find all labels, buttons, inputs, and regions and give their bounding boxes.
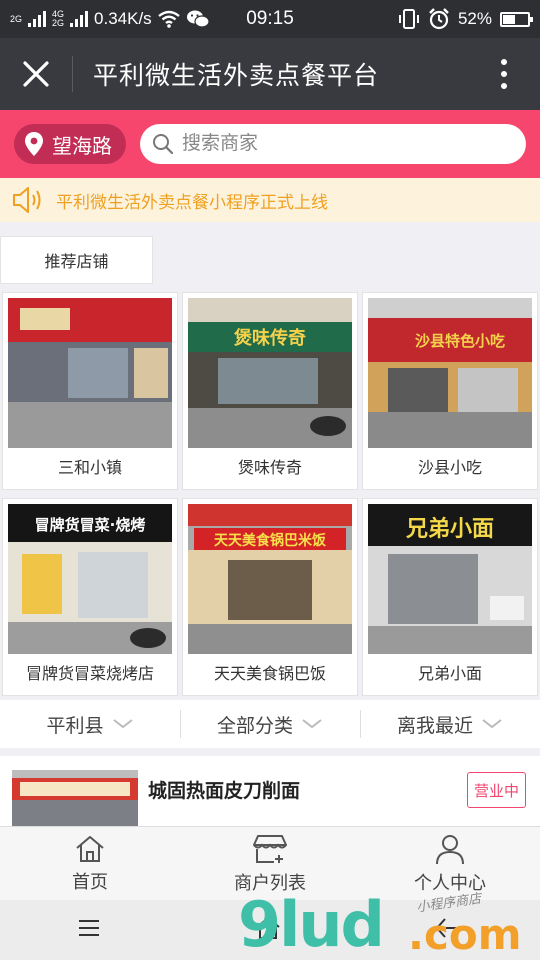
tab-label: 商户列表 [234, 872, 306, 893]
search-icon [153, 134, 174, 155]
tab-recommended-shops[interactable]: 推荐店铺 [0, 236, 153, 284]
filter-label: 全部分类 [216, 715, 293, 737]
shop-photo: 天天美食锅巴米饭 [188, 504, 352, 654]
network-type-bottom: 2G [52, 18, 65, 28]
merchant-photo [12, 770, 138, 826]
merchant-name: 城固热面皮刀削面 [148, 781, 301, 802]
shop-card[interactable]: 三和小镇 [2, 292, 178, 490]
back-icon [435, 917, 461, 938]
search-header: 望海路 [0, 110, 540, 178]
menu-button[interactable] [77, 919, 101, 942]
location-label: 望海路 [52, 135, 112, 158]
location-pin-icon [25, 132, 43, 156]
filter-region[interactable]: 平利县 [0, 700, 180, 748]
shop-grid: 三和小镇 煲味传奇 煲味传奇 沙县特色小吃 沙县小吃 冒牌货冒菜·烧烤 冒牌货冒… [2, 292, 538, 696]
tab-label: 首页 [72, 871, 108, 892]
filter-label: 离我最近 [396, 715, 473, 737]
shop-name: 沙县小吃 [417, 460, 482, 477]
list-item[interactable]: 城固热面皮刀削面 营业中 [0, 756, 540, 826]
chevron-down-icon [112, 719, 133, 729]
network-type: 2G [10, 13, 23, 24]
status-right: 52% [398, 8, 533, 30]
tab-home[interactable]: 首页 [0, 827, 180, 900]
shop-name: 天天美食锅巴饭 [213, 666, 326, 683]
shop-photo: 煲味传奇 [188, 298, 352, 448]
page-title: 平利微生活外卖点餐平台 [93, 62, 380, 90]
battery-fill [503, 14, 515, 24]
back-button[interactable] [435, 917, 463, 944]
battery-percent: 52% [457, 9, 492, 28]
status-badge: 营业中 [466, 772, 526, 808]
network-type-dual: 4G 2G [52, 10, 64, 28]
filter-bar: 平利县 全部分类 离我最近 [0, 700, 540, 748]
shop-card[interactable]: 冒牌货冒菜·烧烤 冒牌货冒菜烧烤店 [2, 498, 178, 696]
announcement-text: 平利微生活外卖点餐小程序正式上线 [56, 192, 328, 212]
wifi-icon [157, 10, 180, 28]
tab-label: 个人中心 [414, 872, 486, 893]
status-bar: 2G 4G 2G 0.34K/s 09:15 52% [0, 0, 540, 38]
filter-label: 平利县 [46, 715, 104, 737]
close-icon [23, 61, 49, 87]
title-bar: 平利微生活外卖点餐平台 [0, 38, 540, 110]
shop-sign-text: 兄弟小面 [405, 516, 494, 542]
wechat-icon [186, 10, 210, 28]
shop-name: 三和小镇 [57, 460, 122, 477]
bottom-tab-bar: 首页 商户列表 个人中心 [0, 826, 540, 900]
home-icon [76, 835, 104, 862]
home-button[interactable] [255, 916, 281, 945]
system-nav-bar [0, 900, 540, 960]
shop-card[interactable]: 兄弟小面 兄弟小面 [362, 498, 538, 696]
signal-icon [28, 11, 47, 27]
shop-sign-text: 冒牌货冒菜·烧烤 [35, 516, 146, 534]
search-input[interactable] [182, 133, 514, 155]
tab-merchant-list[interactable]: 商户列表 [180, 827, 360, 900]
app-screen: 2G 4G 2G 0.34K/s 09:15 52% 平利微生活外卖点餐平台 望… [0, 0, 540, 960]
store-icon [253, 834, 287, 863]
shop-name: 冒牌货冒菜烧烤店 [25, 666, 154, 683]
home-nav-icon [256, 916, 280, 939]
announcement-bar[interactable]: 平利微生活外卖点餐小程序正式上线 [0, 178, 540, 222]
speaker-icon [13, 187, 41, 213]
close-button[interactable] [0, 38, 72, 110]
more-dot-icon [501, 71, 507, 77]
shop-sign-text: 天天美食锅巴米饭 [214, 532, 327, 549]
shop-photo [8, 298, 172, 448]
shop-sign-text: 煲味传奇 [234, 327, 306, 349]
shop-card[interactable]: 煲味传奇 煲味传奇 [182, 292, 358, 490]
alarm-icon [429, 8, 449, 30]
chevron-down-icon [482, 719, 502, 729]
shop-sign-text: 沙县特色小吃 [415, 332, 505, 350]
more-menu-button[interactable] [468, 38, 540, 110]
filter-category[interactable]: 全部分类 [180, 700, 360, 748]
signal-icon-2 [70, 11, 89, 27]
shop-photo: 兄弟小面 [368, 504, 532, 654]
network-speed: 0.34K/s [94, 9, 152, 28]
search-box[interactable] [140, 124, 526, 164]
shop-name: 兄弟小面 [417, 666, 482, 683]
more-dot-icon [501, 59, 507, 65]
network-type-top: 2G [10, 13, 23, 24]
shop-name: 煲味传奇 [237, 460, 302, 477]
tab-profile[interactable]: 个人中心 [360, 827, 540, 900]
more-dot-icon [501, 83, 507, 89]
user-icon [436, 834, 464, 864]
shop-card[interactable]: 天天美食锅巴米饭 天天美食锅巴饭 [182, 498, 358, 696]
merchant-list: 城固热面皮刀削面 营业中 [0, 756, 540, 826]
shop-photo: 冒牌货冒菜·烧烤 [8, 504, 172, 654]
vibrate-icon [398, 9, 419, 29]
shop-photo: 沙县特色小吃 [368, 298, 532, 448]
shop-card[interactable]: 沙县特色小吃 沙县小吃 [362, 292, 538, 490]
location-button[interactable]: 望海路 [14, 124, 126, 164]
merchant-info: 城固热面皮刀削面 [148, 770, 457, 826]
status-left: 2G 4G 2G 0.34K/s [10, 9, 210, 29]
menu-icon [79, 919, 99, 936]
chevron-down-icon [302, 719, 322, 729]
battery-icon [500, 11, 533, 27]
filter-sort[interactable]: 离我最近 [360, 700, 540, 748]
